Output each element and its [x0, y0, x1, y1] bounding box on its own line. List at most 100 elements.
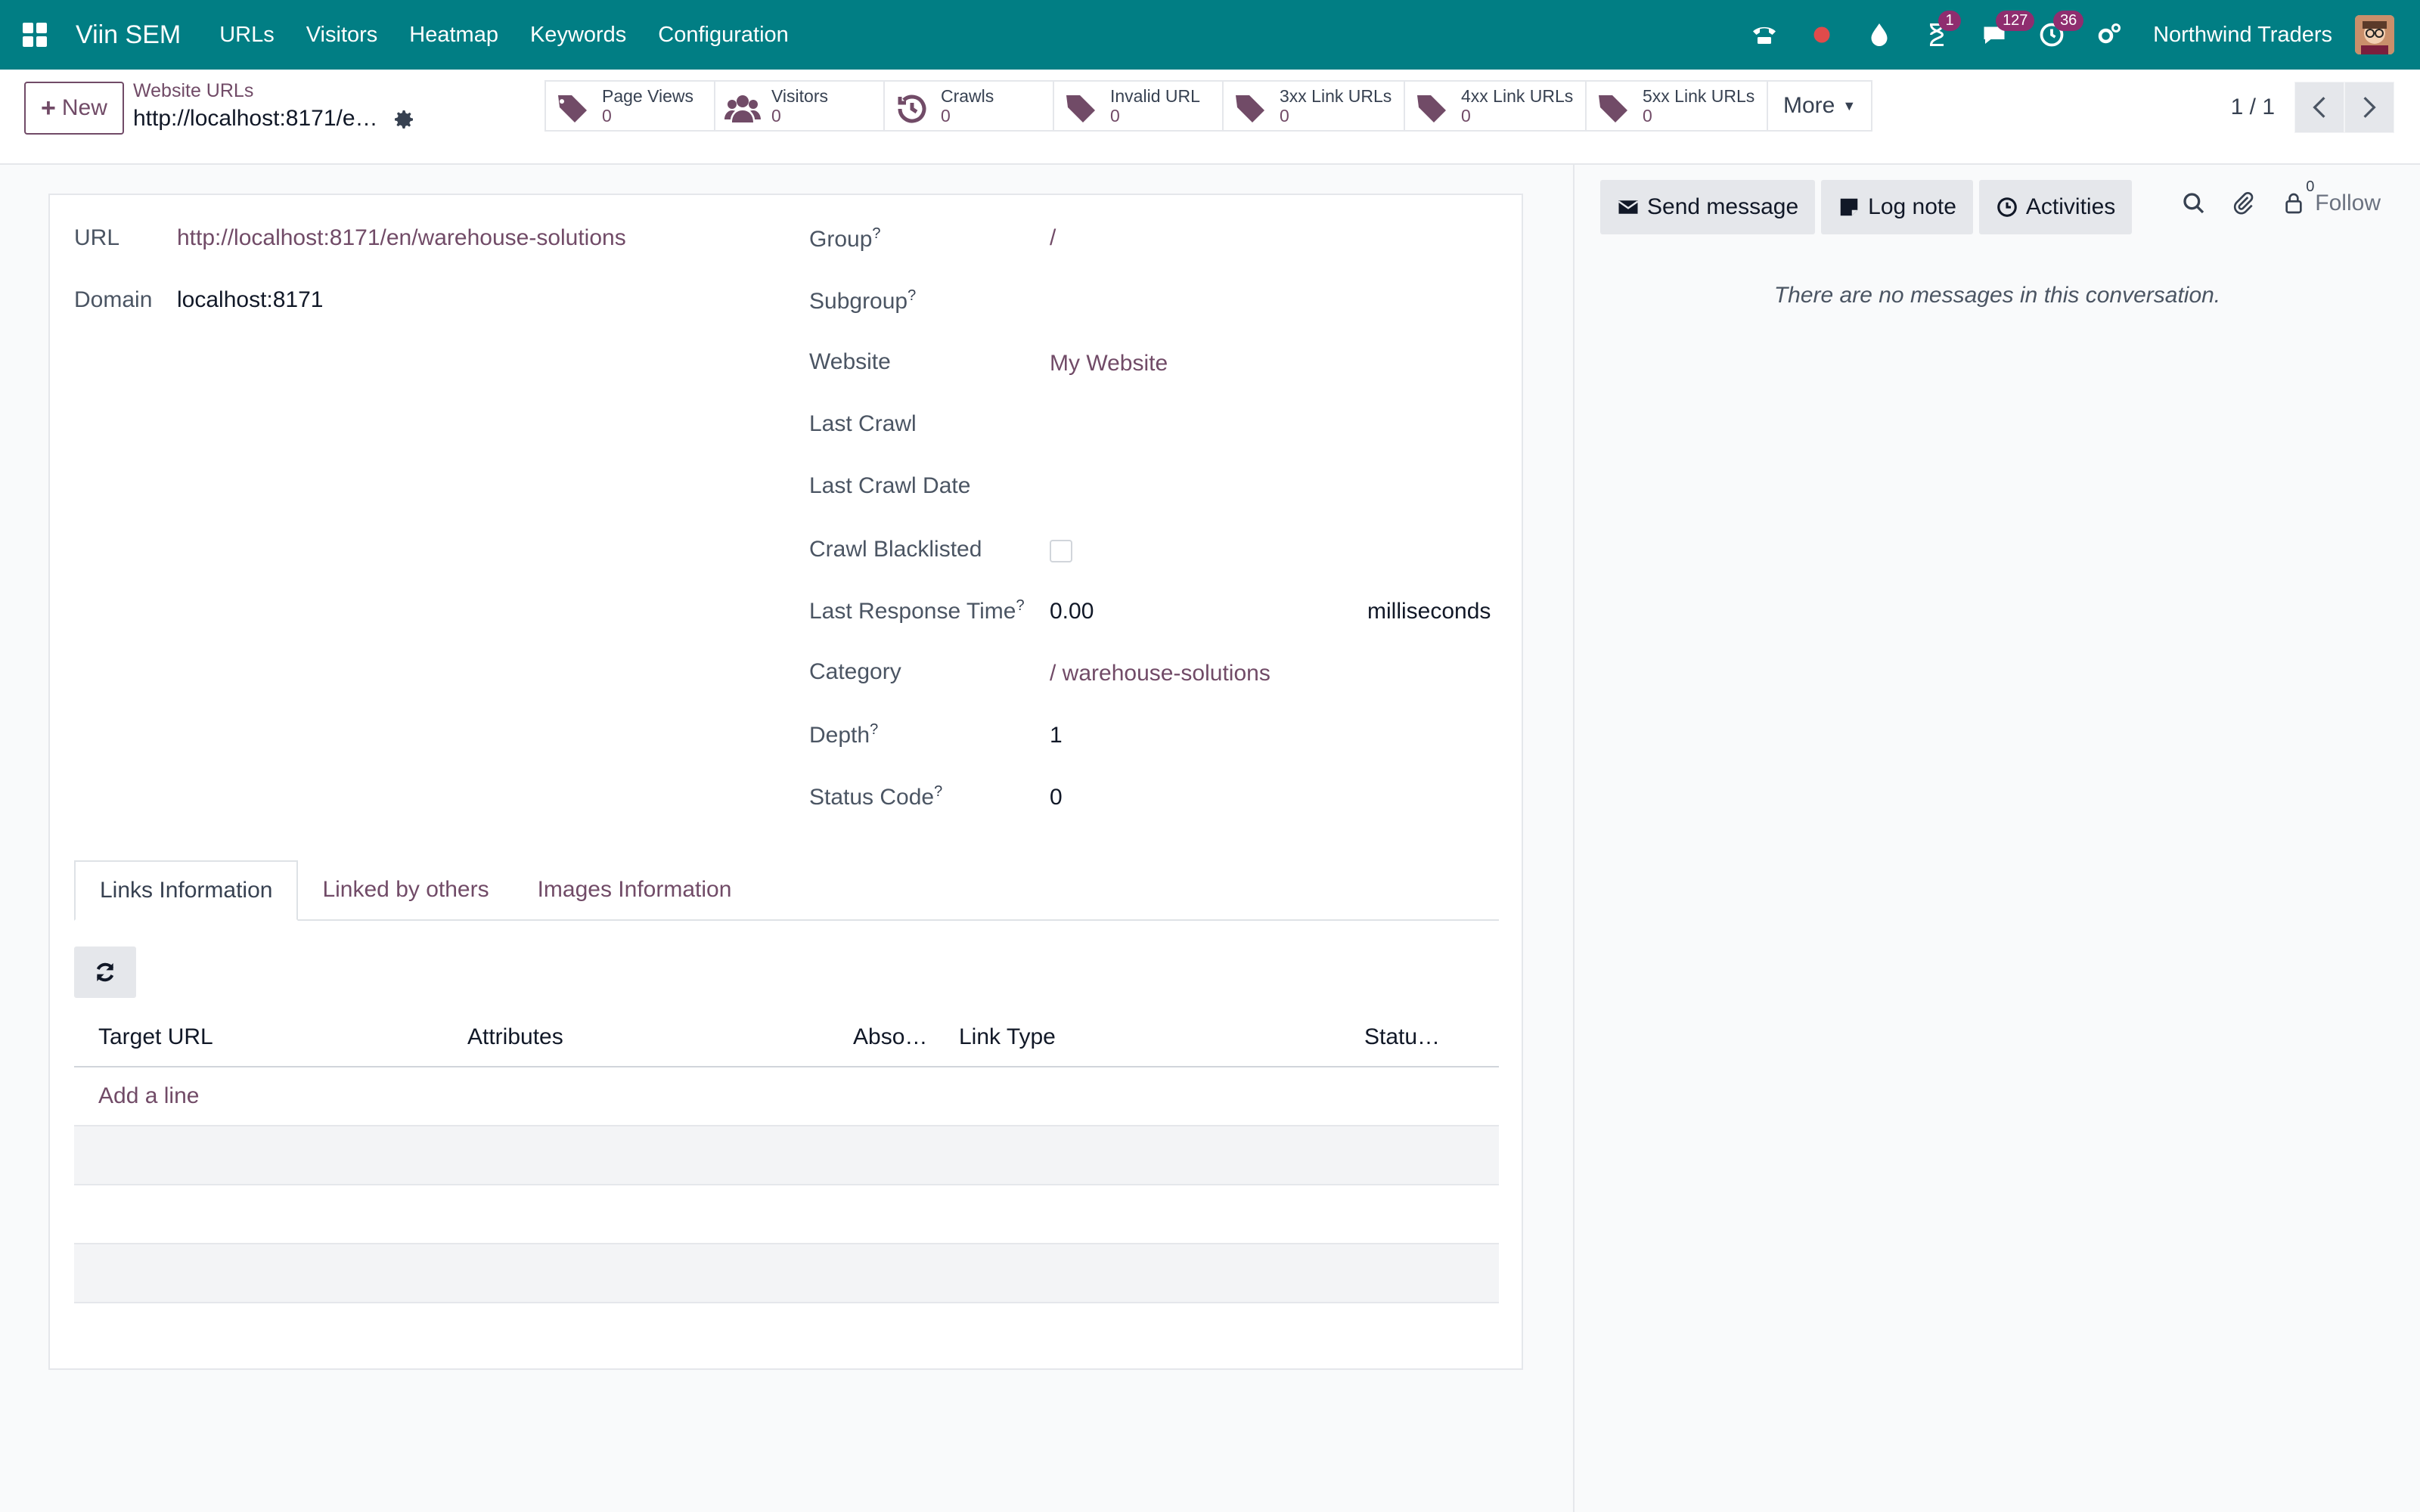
- website-value[interactable]: My Website: [1050, 351, 1168, 376]
- column-absolute[interactable]: Abso…: [853, 1024, 927, 1050]
- send-message-button[interactable]: Send message: [1600, 180, 1816, 234]
- crawl-blacklisted-checkbox[interactable]: [1050, 540, 1072, 562]
- last-crawl-label: Last Crawl: [809, 411, 917, 436]
- pager-previous-button[interactable]: [2294, 82, 2344, 133]
- table-header: Target URL Attributes Abso… Link Type St…: [74, 1009, 1499, 1067]
- recording-icon[interactable]: [1807, 20, 1837, 50]
- smart-buttons: Page Views 0 Visitors 0 Crawls 0 Invalid UR…: [544, 80, 1873, 132]
- table-row: [74, 1244, 1499, 1303]
- new-button[interactable]: + New: [24, 82, 124, 135]
- gear-icon[interactable]: [392, 107, 416, 132]
- domain-label: Domain: [74, 287, 153, 312]
- help-tooltip-icon[interactable]: ?: [1016, 597, 1024, 614]
- stat-label: 3xx Link URLs: [1280, 86, 1392, 106]
- url-value[interactable]: http://localhost:8171/en/warehouse-solut…: [177, 225, 626, 251]
- stat-value: 0: [1280, 106, 1289, 126]
- tab-links-information[interactable]: Links Information: [74, 860, 299, 921]
- search-icon[interactable]: [2182, 191, 2206, 215]
- last-crawl-date-label: Last Crawl Date: [809, 473, 971, 498]
- followers-button[interactable]: 0 Follow: [2282, 178, 2381, 216]
- stat-3xx-link-urls[interactable]: 3xx Link URLs 0: [1222, 80, 1404, 132]
- stat-visitors[interactable]: Visitors 0: [714, 80, 883, 132]
- send-message-label: Send message: [1647, 194, 1799, 219]
- links-table: Target URL Attributes Abso… Link Type St…: [74, 1009, 1499, 1303]
- follow-button[interactable]: Follow: [2315, 191, 2381, 216]
- settings-switch-icon[interactable]: [2094, 20, 2124, 50]
- refresh-icon: [96, 962, 114, 982]
- log-note-button[interactable]: Log note: [1821, 180, 1973, 234]
- column-target-url[interactable]: Target URL: [98, 1024, 213, 1050]
- group-label-text: Group: [809, 227, 873, 252]
- lock-icon: [2285, 193, 2302, 214]
- category-value[interactable]: / warehouse-solutions: [1050, 661, 1270, 686]
- paperclip-icon[interactable]: [2232, 191, 2256, 215]
- last-response-value[interactable]: 0.00: [1050, 599, 1094, 624]
- help-tooltip-icon[interactable]: ?: [934, 783, 942, 800]
- last-response-unit: milliseconds: [1367, 599, 1491, 624]
- status-code-label: Status Code?: [809, 783, 942, 810]
- depth-value[interactable]: 1: [1050, 723, 1063, 748]
- url-label: URL: [74, 225, 120, 250]
- column-status[interactable]: Statu…: [1364, 1024, 1440, 1050]
- tags-icon: [1236, 95, 1264, 122]
- company-switcher[interactable]: Northwind Traders: [2153, 23, 2332, 48]
- refresh-button[interactable]: [74, 947, 136, 998]
- chatter-tools: 0 Follow: [2182, 178, 2381, 216]
- phone-icon[interactable]: [1749, 20, 1779, 50]
- caret-down-icon: ▼: [1842, 98, 1857, 113]
- last-response-label-text: Last Response Time: [809, 599, 1016, 624]
- pager: 1 / 1: [2231, 82, 2394, 133]
- app-brand[interactable]: Viin SEM: [76, 20, 181, 50]
- tab-linked-by-others[interactable]: Linked by others: [298, 860, 513, 919]
- activity-badge: 1: [1938, 11, 1962, 31]
- menu-item-keywords[interactable]: Keywords: [514, 23, 642, 48]
- menu-item-configuration[interactable]: Configuration: [642, 23, 805, 48]
- apps-menu-icon[interactable]: [23, 23, 47, 47]
- help-tooltip-icon[interactable]: ?: [908, 287, 916, 304]
- form-sheet: URL http://localhost:8171/en/warehouse-s…: [48, 194, 1523, 1370]
- stat-value: 0: [1461, 106, 1471, 126]
- chat-icon[interactable]: 127: [1979, 11, 2035, 50]
- stat-label: Visitors: [771, 86, 828, 106]
- stat-value: 0: [1110, 106, 1120, 126]
- stat-value: 0: [941, 106, 951, 126]
- stat-invalid-url[interactable]: Invalid URL 0: [1053, 80, 1222, 132]
- domain-value[interactable]: localhost:8171: [177, 287, 323, 313]
- stat-value: 0: [1643, 106, 1652, 126]
- user-avatar[interactable]: [2355, 15, 2394, 54]
- activities-button[interactable]: Activities: [1978, 180, 2133, 234]
- stat-4xx-link-urls[interactable]: 4xx Link URLs 0: [1404, 80, 1585, 132]
- stat-page-views[interactable]: Page Views 0: [544, 80, 714, 132]
- help-tooltip-icon[interactable]: ?: [872, 225, 880, 242]
- drop-icon[interactable]: [1864, 20, 1894, 50]
- log-note-label: Log note: [1868, 194, 1956, 219]
- menu-item-urls[interactable]: URLs: [203, 23, 290, 48]
- help-tooltip-icon[interactable]: ?: [870, 721, 878, 738]
- pager-value[interactable]: 1 / 1: [2231, 94, 2275, 120]
- main-menu: URLs Visitors Heatmap Keywords Configura…: [203, 23, 805, 48]
- chevron-left-icon: [2313, 97, 2325, 118]
- column-link-type[interactable]: Link Type: [959, 1024, 1056, 1050]
- clock-icon[interactable]: 36: [2037, 11, 2084, 50]
- group-value[interactable]: /: [1050, 225, 1056, 251]
- breadcrumb-website-urls[interactable]: Website URLs: [133, 80, 253, 102]
- tags-icon: [1066, 95, 1095, 122]
- stat-value: 0: [602, 106, 612, 126]
- stat-crawls[interactable]: Crawls 0: [883, 80, 1053, 132]
- hourglass-icon[interactable]: 1: [1922, 11, 1962, 50]
- tab-images-information[interactable]: Images Information: [513, 860, 756, 919]
- subgroup-label-text: Subgroup: [809, 289, 908, 314]
- status-code-value[interactable]: 0: [1050, 785, 1063, 810]
- menu-item-heatmap[interactable]: Heatmap: [393, 23, 514, 48]
- stat-label: Page Views: [602, 86, 694, 106]
- more-button[interactable]: More ▼: [1767, 80, 1873, 132]
- table-row: [74, 1126, 1499, 1185]
- add-line-link[interactable]: Add a line: [98, 1083, 199, 1109]
- column-attributes[interactable]: Attributes: [467, 1024, 563, 1050]
- pager-next-button[interactable]: [2344, 82, 2394, 133]
- last-response-label: Last Response Time?: [809, 597, 1025, 624]
- menu-item-visitors[interactable]: Visitors: [290, 23, 394, 48]
- stat-5xx-link-urls[interactable]: 5xx Link URLs 0: [1585, 80, 1767, 132]
- status-code-label-text: Status Code: [809, 785, 935, 810]
- clock-icon: [1997, 197, 2017, 217]
